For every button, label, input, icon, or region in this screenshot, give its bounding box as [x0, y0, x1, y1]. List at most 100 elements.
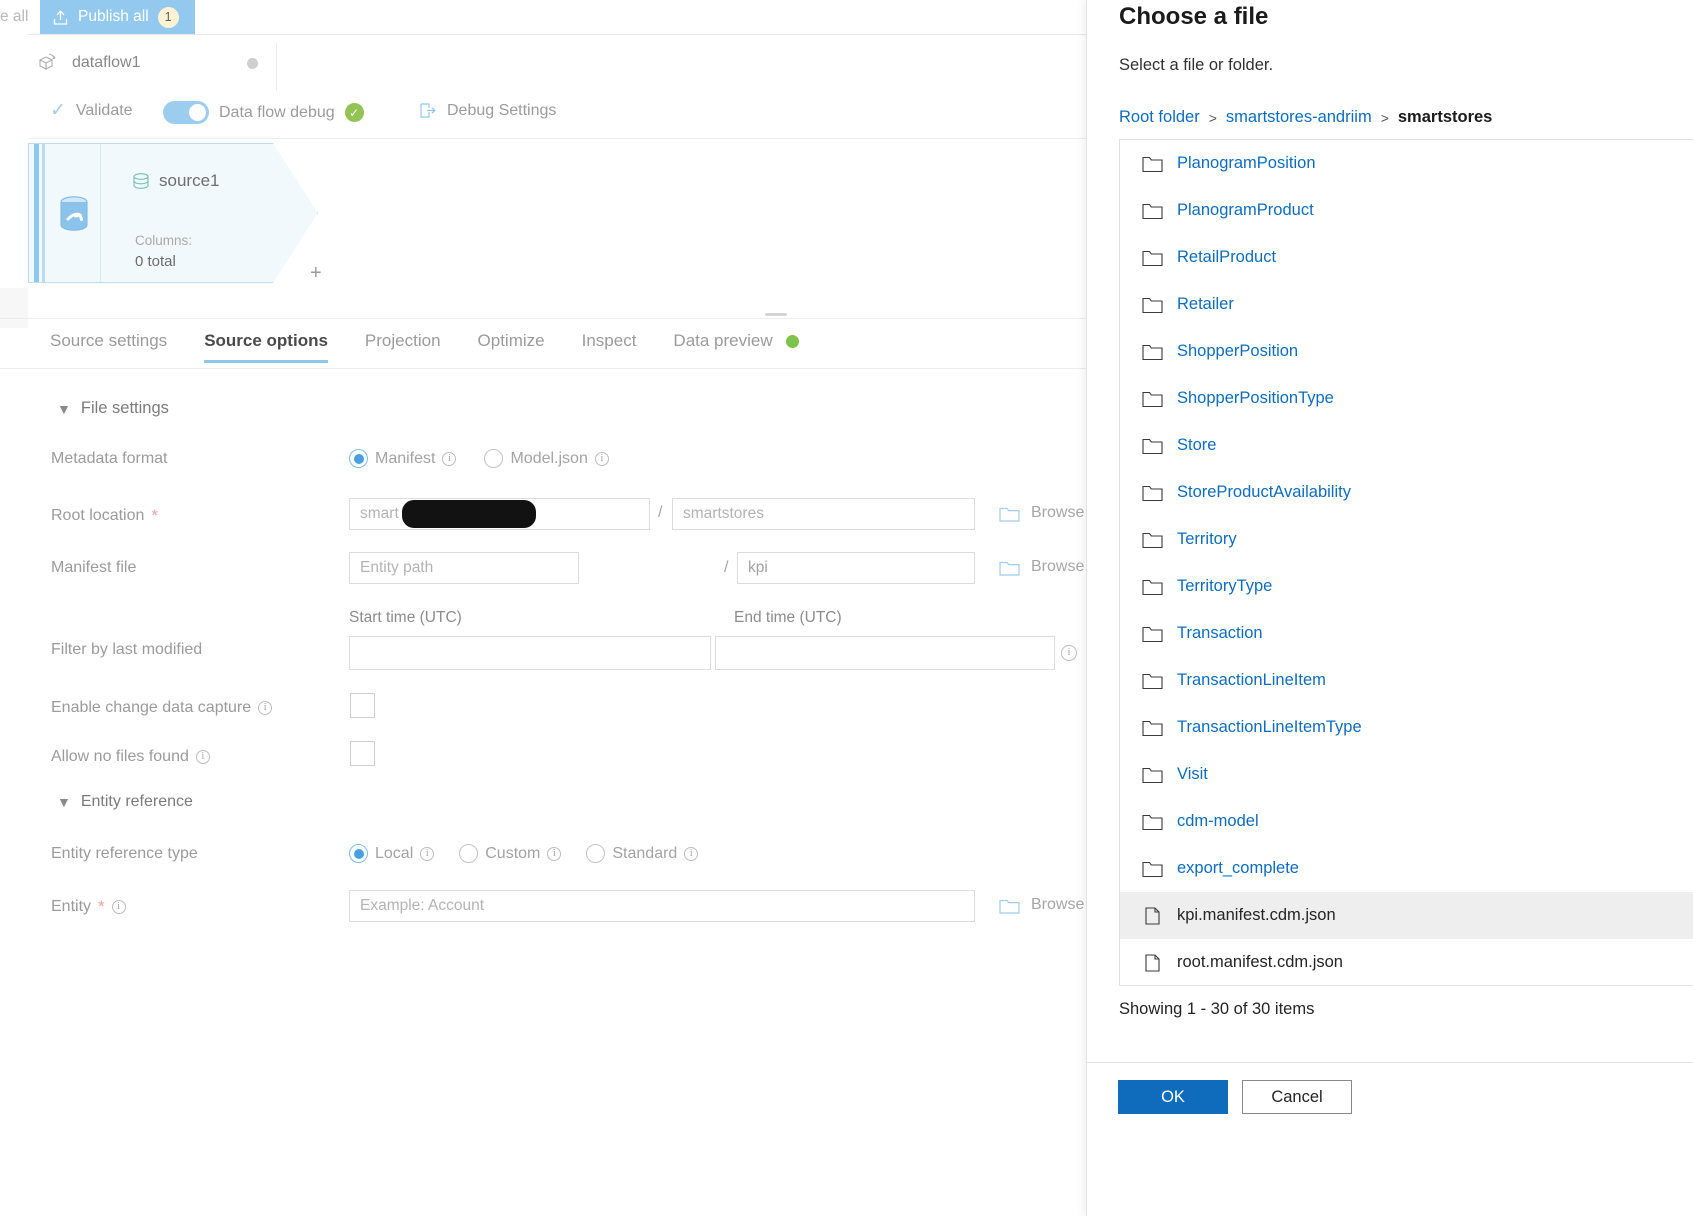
- info-icon[interactable]: i: [1061, 645, 1077, 661]
- list-item-label: Visit: [1177, 765, 1208, 783]
- panel-drag-handle[interactable]: [765, 313, 787, 316]
- database-arrow-icon: [56, 195, 92, 233]
- folder-list-item[interactable]: TerritoryType: [1120, 563, 1693, 610]
- root-location-folder-value: smartstores: [683, 505, 764, 522]
- list-item-label: Retailer: [1177, 295, 1234, 313]
- folder-list-item[interactable]: TransactionLineItem: [1120, 657, 1693, 704]
- tab-projection[interactable]: Projection: [365, 331, 441, 363]
- list-item-label: PlanogramProduct: [1177, 201, 1314, 219]
- entity-browse-button[interactable]: Browse: [999, 896, 1084, 914]
- manifest-file-browse-button[interactable]: Browse: [999, 558, 1084, 576]
- tab-source-settings[interactable]: Source settings: [50, 331, 167, 363]
- entity-reference-label: Entity reference: [80, 793, 193, 810]
- entity-ref-option-standard[interactable]: Standard i: [586, 844, 699, 863]
- radio-selected-icon: [349, 449, 368, 468]
- entity-label: Entity * i: [51, 897, 126, 917]
- folder-list-item[interactable]: PlanogramPosition: [1120, 140, 1693, 187]
- folder-list-item[interactable]: cdm-model: [1120, 798, 1693, 845]
- folder-list-item[interactable]: Retailer: [1120, 281, 1693, 328]
- root-location-separator: /: [658, 504, 663, 521]
- folder-list-item[interactable]: export_complete: [1120, 845, 1693, 892]
- info-icon[interactable]: i: [420, 846, 435, 861]
- list-item-label: RetailProduct: [1177, 248, 1277, 266]
- tab-inspect[interactable]: Inspect: [582, 331, 637, 363]
- data-flow-debug-toggle[interactable]: [163, 101, 209, 124]
- list-item-label: cdm-model: [1177, 812, 1259, 830]
- breadcrumb-item-smartstores-andriim[interactable]: smartstores-andriim: [1226, 108, 1372, 127]
- entity-ref-option-local[interactable]: Local i: [349, 844, 435, 863]
- folder-list-item[interactable]: PlanogramProduct: [1120, 187, 1693, 234]
- tab-optimize[interactable]: Optimize: [478, 331, 545, 363]
- dataflow-canvas: source1 Columns: 0 total +: [0, 138, 1180, 328]
- entity-ref-option-custom[interactable]: Custom i: [459, 844, 562, 863]
- entity-reference-type-label: Entity reference type: [51, 845, 198, 862]
- entity-reference-section-header[interactable]: ▼ Entity reference: [57, 793, 193, 811]
- data-flow-debug-control[interactable]: Data flow debug ✓: [163, 101, 364, 124]
- dialog-footer-divider: [1086, 1062, 1693, 1063]
- root-location-browse-button[interactable]: Browse: [999, 504, 1084, 522]
- folder-list-item[interactable]: Store: [1120, 422, 1693, 469]
- info-icon[interactable]: i: [594, 451, 609, 466]
- info-icon[interactable]: i: [111, 900, 126, 914]
- start-time-label: Start time (UTC): [349, 609, 462, 626]
- green-status-dot-icon: [785, 335, 799, 349]
- debug-settings-icon: [418, 101, 437, 120]
- manifest-file-label: Manifest file: [51, 559, 137, 576]
- allow-no-files-label-text: Allow no files found: [51, 748, 189, 765]
- folder-list-item[interactable]: RetailProduct: [1120, 234, 1693, 281]
- file-settings-section-header[interactable]: ▼ File settings: [57, 399, 169, 418]
- file-list-item[interactable]: kpi.manifest.cdm.json: [1120, 892, 1693, 939]
- source-node[interactable]: source1 Columns: 0 total: [28, 143, 318, 283]
- tab-source-options[interactable]: Source options: [204, 331, 328, 363]
- dataflow-name-label: dataflow1: [72, 54, 141, 71]
- info-icon[interactable]: i: [547, 846, 562, 861]
- folder-icon: [1142, 860, 1163, 878]
- folder-list-item[interactable]: ShopperPosition: [1120, 328, 1693, 375]
- cancel-button[interactable]: Cancel: [1242, 1080, 1352, 1114]
- manifest-file-path-input[interactable]: Entity path: [349, 552, 579, 584]
- folder-list-item[interactable]: Territory: [1120, 516, 1693, 563]
- entity-input[interactable]: Example: Account: [349, 890, 975, 922]
- tab-data-preview[interactable]: Data preview: [673, 331, 799, 363]
- folder-list-item[interactable]: TransactionLineItemType: [1120, 704, 1693, 751]
- filter-end-time-input[interactable]: [715, 636, 1055, 670]
- folder-icon: [1142, 249, 1163, 267]
- list-item-label: TransactionLineItem: [1177, 671, 1326, 689]
- breadcrumb-item-smartstores: smartstores: [1397, 108, 1493, 126]
- folder-list-item[interactable]: ShopperPositionType: [1120, 375, 1693, 422]
- folder-list-item[interactable]: Transaction: [1120, 610, 1693, 657]
- debug-settings-button[interactable]: Debug Settings: [418, 101, 556, 120]
- manifest-file-name-input[interactable]: kpi: [737, 552, 975, 584]
- folder-list-item[interactable]: Visit: [1120, 751, 1693, 798]
- validate-button[interactable]: ✓ Validate: [50, 101, 133, 120]
- ok-button[interactable]: OK: [1118, 1080, 1228, 1114]
- list-item-label: PlanogramPosition: [1177, 154, 1316, 172]
- breadcrumb-item-root-folder[interactable]: Root folder: [1119, 108, 1200, 127]
- info-icon[interactable]: i: [258, 701, 273, 715]
- enable-cdc-checkbox[interactable]: [350, 693, 375, 718]
- entity-ref-local-label: Local: [375, 844, 414, 862]
- info-icon[interactable]: i: [684, 846, 699, 861]
- folder-icon: [1142, 296, 1163, 314]
- info-icon[interactable]: i: [442, 451, 457, 466]
- root-location-folder-input[interactable]: smartstores: [672, 498, 975, 530]
- info-icon[interactable]: i: [195, 750, 210, 764]
- folder-list-item[interactable]: StoreProductAvailability: [1120, 469, 1693, 516]
- green-check-icon: ✓: [344, 103, 364, 122]
- root-location-browse-label: Browse: [1031, 504, 1085, 521]
- metadata-format-option-manifest[interactable]: Manifest i: [349, 449, 457, 468]
- upload-icon: [52, 9, 69, 26]
- app-root: e all Publish all 1 dataflow1 ✓ Validate…: [0, 0, 1693, 1216]
- metadata-format-option-modeljson[interactable]: Model.json i: [484, 449, 609, 468]
- manifest-file-path-placeholder: Entity path: [360, 559, 434, 576]
- file-list-item[interactable]: root.manifest.cdm.json: [1120, 939, 1693, 985]
- allow-no-files-checkbox[interactable]: [350, 741, 375, 766]
- canvas-top-divider: [28, 138, 1180, 139]
- file-browser-list[interactable]: PlanogramPosition PlanogramProduct RetailP…: [1119, 139, 1693, 986]
- folder-icon: [1142, 625, 1163, 643]
- filter-start-time-input[interactable]: [349, 636, 711, 670]
- add-transformation-button[interactable]: +: [310, 262, 322, 285]
- unsaved-dot-icon: [246, 57, 258, 69]
- publish-all-button[interactable]: Publish all 1: [40, 0, 195, 34]
- folder-icon: [1142, 672, 1163, 690]
